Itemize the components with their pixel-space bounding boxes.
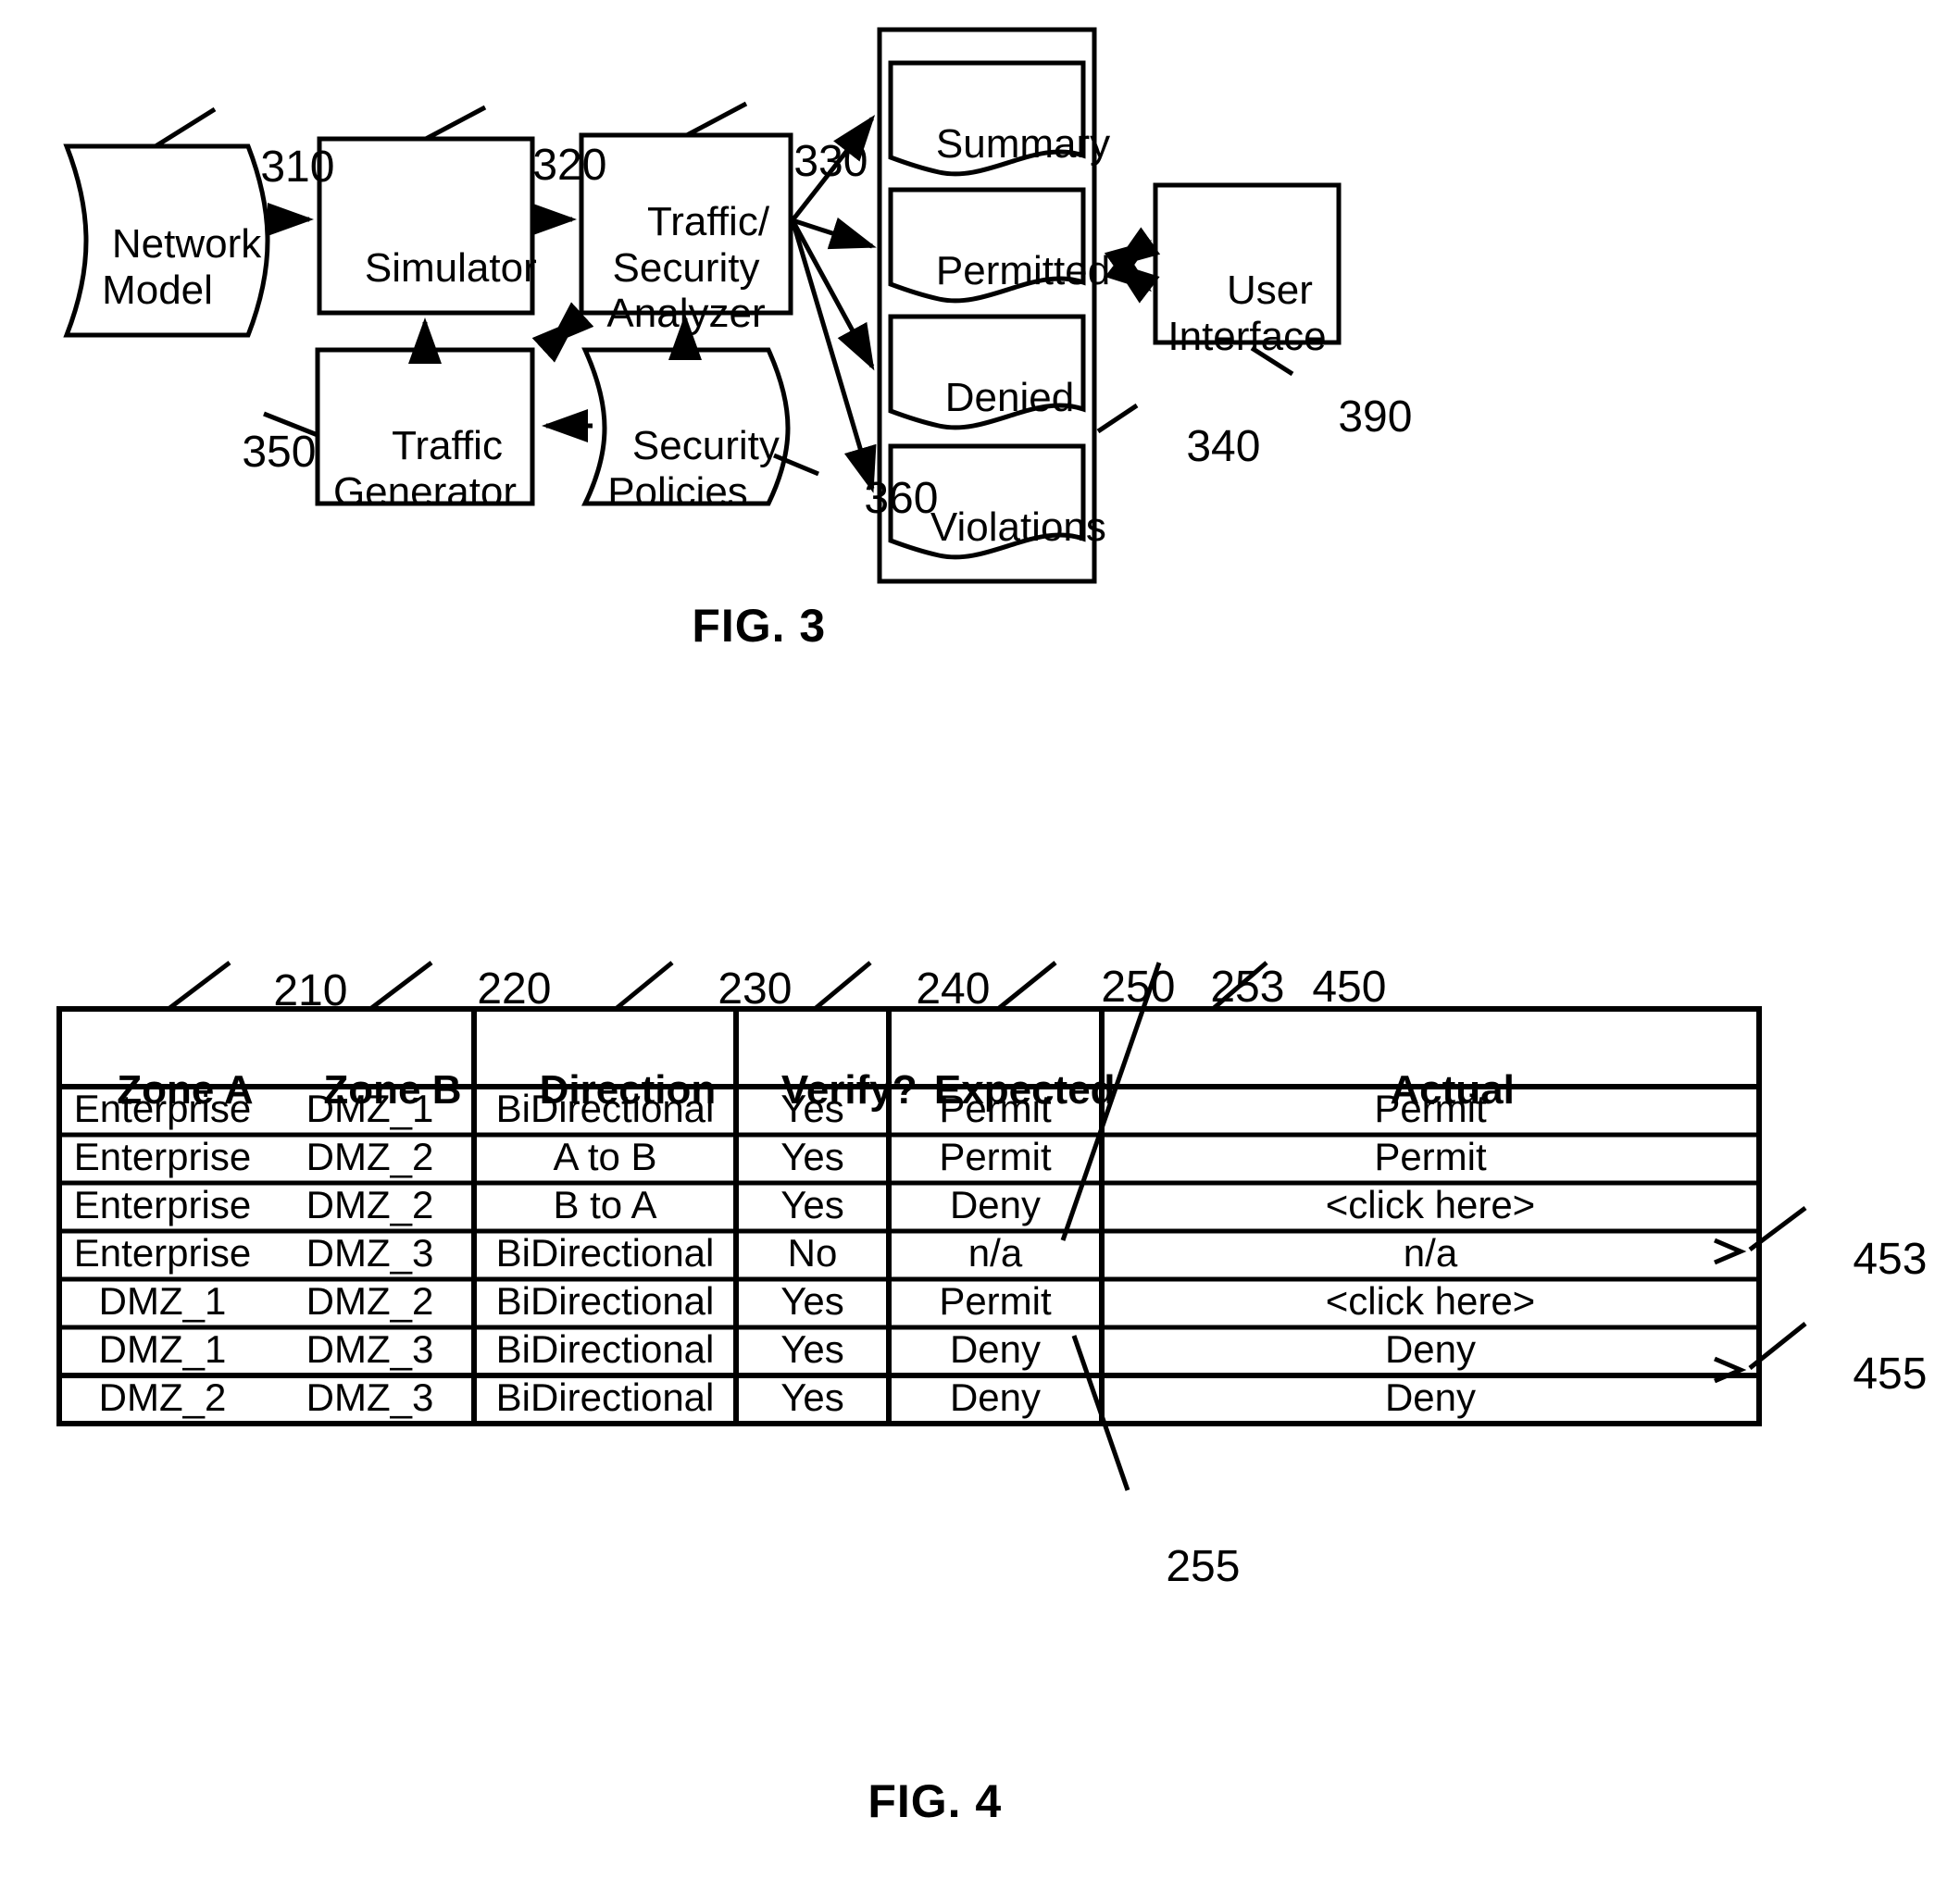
leader-250: [996, 961, 1057, 1011]
table-row: Yes: [780, 1135, 844, 1178]
report-summary-label: Summary: [935, 121, 1111, 168]
table-row: Permit: [939, 1135, 1052, 1178]
leader-330: [685, 101, 748, 138]
ref-455: 455: [1853, 1349, 1928, 1399]
table-row: BiDirectional: [495, 1375, 715, 1419]
leader-230: [614, 961, 674, 1011]
table-row: Deny: [949, 1375, 1042, 1419]
table-row: DMZ_2: [98, 1375, 227, 1419]
bidirectional-generator-analyzer: [531, 302, 594, 363]
table-row: B to A: [553, 1183, 657, 1226]
ref-320: 320: [532, 140, 607, 190]
leader-340: [1096, 403, 1139, 434]
table-row: DMZ_2: [306, 1135, 434, 1178]
table-row: Permit: [939, 1087, 1052, 1130]
leader-240: [813, 961, 872, 1011]
table-row: DMZ_3: [306, 1375, 434, 1419]
table-row: Enterprise: [73, 1183, 252, 1226]
table-row: Deny: [1384, 1327, 1477, 1371]
figure-3-caption: FIG. 3: [692, 600, 827, 652]
patent-figure-sheet: Network Model Simulator Traffic/ Securit…: [0, 0, 1960, 1827]
ref-350: 350: [242, 427, 317, 477]
table-row: DMZ_2: [306, 1183, 434, 1226]
table-row: BiDirectional: [495, 1327, 715, 1371]
table-row: Permit: [939, 1279, 1052, 1323]
table-row: Deny: [949, 1327, 1042, 1371]
report-permitted-label: Permitted: [935, 248, 1111, 294]
leader-220: [368, 961, 433, 1011]
table-row: Yes: [780, 1327, 844, 1371]
table-cell-click-here[interactable]: <click here>: [1102, 1183, 1759, 1226]
table-row: BiDirectional: [495, 1279, 715, 1323]
table-row: DMZ_1: [98, 1327, 227, 1371]
bidirectional-reports-ui: [1104, 227, 1161, 304]
ref-255: 255: [1166, 1541, 1241, 1591]
table-row: Permit: [1374, 1135, 1487, 1178]
traffic-generator-label: Traffic Generator: [332, 423, 518, 515]
table-row: n/a: [968, 1231, 1023, 1275]
table-cell-click-here[interactable]: <click here>: [1102, 1279, 1759, 1323]
table-row: Yes: [780, 1279, 844, 1323]
table-row: DMZ_3: [306, 1327, 434, 1371]
ref-310: 310: [260, 142, 335, 192]
table-row: Enterprise: [73, 1087, 252, 1130]
ref-330: 330: [793, 136, 868, 186]
table-row: Deny: [1384, 1375, 1477, 1419]
leader-210: [167, 961, 231, 1011]
table-row: DMZ_3: [306, 1231, 434, 1275]
leader-320: [424, 105, 487, 142]
ref-390: 390: [1338, 392, 1413, 442]
report-denied-label: Denied: [944, 375, 1075, 421]
table-row: Yes: [780, 1087, 844, 1130]
table-row: No: [787, 1231, 838, 1275]
figure-4-caption: FIG. 4: [868, 1775, 1003, 1827]
ref-340: 340: [1186, 421, 1261, 471]
table-row: Enterprise: [73, 1135, 252, 1178]
table-row: Deny: [949, 1183, 1042, 1226]
table-row: A to B: [553, 1135, 657, 1178]
leader-310: [154, 106, 217, 149]
table-row: Enterprise: [73, 1231, 252, 1275]
table-row: BiDirectional: [495, 1087, 715, 1130]
table-row: DMZ_1: [306, 1087, 434, 1130]
security-policies-label: Security Policies: [607, 423, 780, 515]
table-row: Yes: [780, 1375, 844, 1419]
table-row: Yes: [780, 1183, 844, 1226]
table-row: Permit: [1374, 1087, 1487, 1130]
table-row: DMZ_1: [98, 1279, 227, 1323]
table-row: n/a: [1403, 1231, 1458, 1275]
table-row: DMZ_2: [306, 1279, 434, 1323]
table-row: BiDirectional: [495, 1231, 715, 1275]
leader-360: [773, 453, 819, 477]
